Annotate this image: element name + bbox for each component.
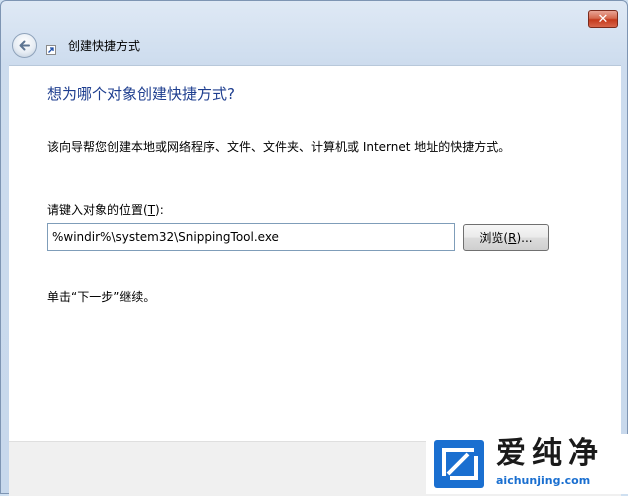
- logo-icon: [434, 440, 484, 488]
- page-description: 该向导帮您创建本地或网络程序、文件、文件夹、计算机或 Internet 地址的快…: [47, 140, 511, 154]
- page-heading: 想为哪个对象创建快捷方式?: [47, 85, 235, 103]
- location-label: 请键入对象的位置(T):: [47, 203, 164, 217]
- create-shortcut-window: ✕ 创建快捷方式 想为哪个对象创建快捷方式? 该向导帮您创建本地或网络程序、文件…: [0, 0, 628, 496]
- close-button[interactable]: ✕: [588, 10, 618, 28]
- window-title: 创建快捷方式: [68, 39, 141, 53]
- close-icon: ✕: [597, 11, 609, 27]
- wizard-content: 想为哪个对象创建快捷方式? 该向导帮您创建本地或网络程序、文件、文件夹、计算机或…: [9, 65, 621, 442]
- back-arrow-icon: [19, 40, 30, 51]
- back-button[interactable]: [12, 33, 37, 58]
- watermark-url: aichunjing.com: [496, 474, 591, 487]
- shortcut-arrow-icon: [46, 45, 56, 55]
- browse-button[interactable]: 浏览(R)...: [463, 224, 549, 251]
- watermark: 爱纯净 aichunjing.com: [426, 434, 628, 494]
- watermark-name: 爱纯净: [496, 436, 604, 471]
- next-step-hint: 单击“下一步”继续。: [47, 290, 156, 304]
- location-input[interactable]: [47, 223, 455, 251]
